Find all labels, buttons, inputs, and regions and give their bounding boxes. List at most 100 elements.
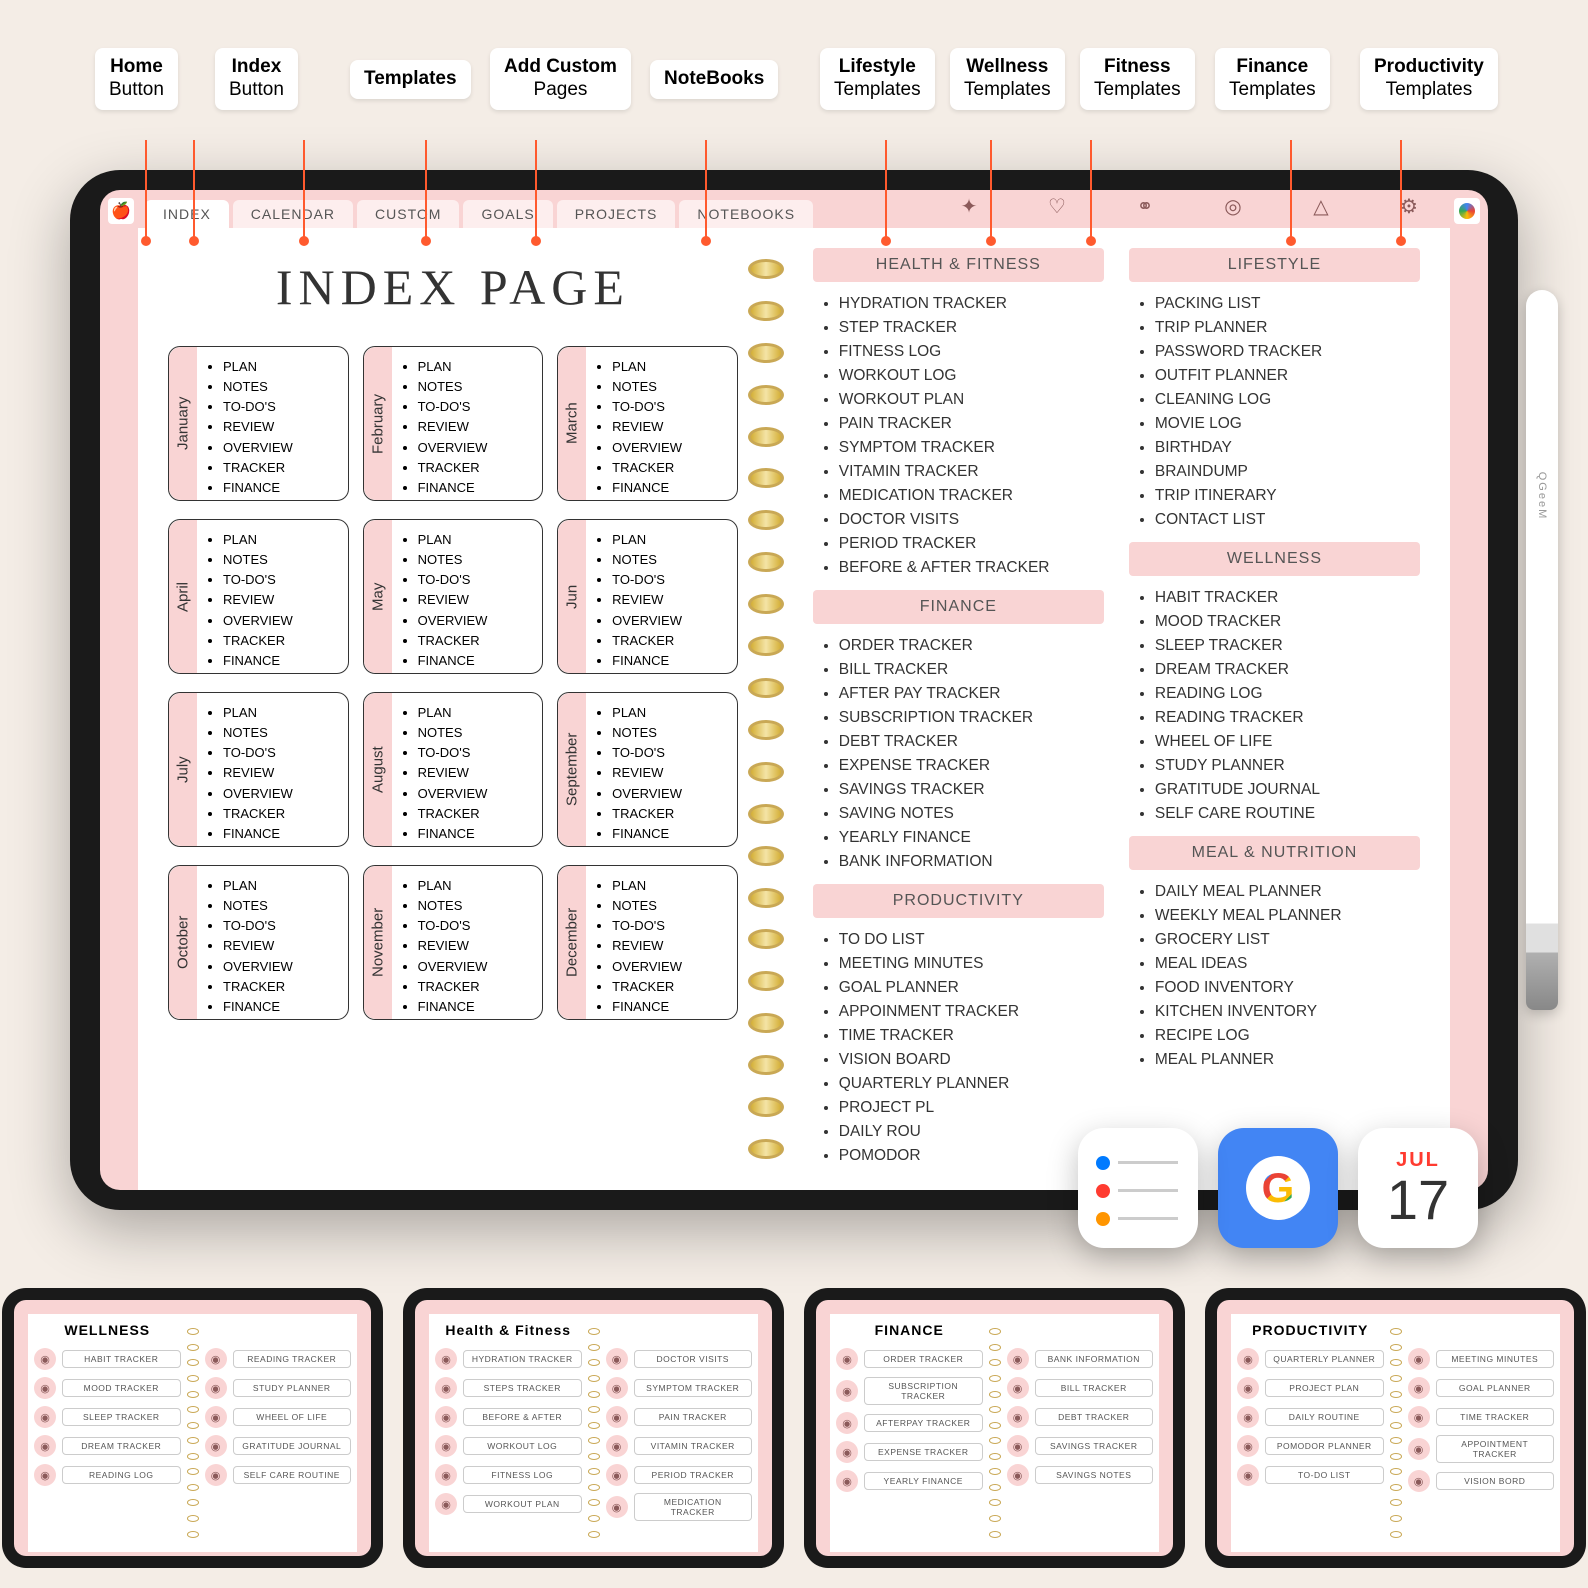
category-item[interactable]: DAILY MEAL PLANNER bbox=[1155, 880, 1420, 904]
category-item[interactable]: ORDER TRACKER bbox=[839, 634, 1104, 658]
category-item[interactable]: VITAMIN TRACKER bbox=[839, 460, 1104, 484]
category-item[interactable]: RECIPE LOG bbox=[1155, 1024, 1420, 1048]
category-item[interactable]: STUDY PLANNER bbox=[1155, 754, 1420, 778]
calendar-app-icon[interactable]: JUL 17 bbox=[1358, 1128, 1478, 1248]
category-item[interactable]: PACKING LIST bbox=[1155, 292, 1420, 316]
category-item[interactable]: BRAINDUMP bbox=[1155, 460, 1420, 484]
category-item[interactable]: SELF CARE ROUTINE bbox=[1155, 802, 1420, 826]
category-item[interactable]: MEAL PLANNER bbox=[1155, 1048, 1420, 1072]
category-item[interactable]: HYDRATION TRACKER bbox=[839, 292, 1104, 316]
category-item[interactable]: SAVING NOTES bbox=[839, 802, 1104, 826]
category-item[interactable]: CLEANING LOG bbox=[1155, 388, 1420, 412]
category-item[interactable]: MEETING MINUTES bbox=[839, 952, 1104, 976]
month-card[interactable]: AprilPLANNOTESTO-DO'SREVIEWOVERVIEWTRACK… bbox=[168, 519, 349, 674]
category-header: LIFESTYLE bbox=[1129, 248, 1420, 282]
template-icon-tab[interactable]: ◎ bbox=[1219, 192, 1247, 220]
month-card[interactable]: FebruaryPLANNOTESTO-DO'SREVIEWOVERVIEWTR… bbox=[363, 346, 544, 501]
month-card[interactable]: JunPLANNOTESTO-DO'SREVIEWOVERVIEWTRACKER… bbox=[557, 519, 738, 674]
thumbnail-preview[interactable]: PRODUCTIVITY◉QUARTERLY PLANNER◉PROJECT P… bbox=[1205, 1288, 1586, 1568]
category-item[interactable]: GROCERY LIST bbox=[1155, 928, 1420, 952]
category-item[interactable]: SLEEP TRACKER bbox=[1155, 634, 1420, 658]
tab-notebooks[interactable]: NOTEBOOKS bbox=[679, 200, 813, 228]
category-item[interactable]: OUTFIT PLANNER bbox=[1155, 364, 1420, 388]
callout-line bbox=[1290, 140, 1292, 240]
category-item[interactable]: YEARLY FINANCE bbox=[839, 826, 1104, 850]
thumbnail-preview[interactable]: FINANCE◉ORDER TRACKER◉SUBSCRIPTION TRACK… bbox=[804, 1288, 1185, 1568]
category-item[interactable]: SAVINGS TRACKER bbox=[839, 778, 1104, 802]
month-card[interactable]: DecemberPLANNOTESTO-DO'SREVIEWOVERVIEWTR… bbox=[557, 865, 738, 1020]
template-icon-tab[interactable]: ♡ bbox=[1043, 192, 1071, 220]
category-item[interactable]: WEEKLY MEAL PLANNER bbox=[1155, 904, 1420, 928]
category-item[interactable]: PROJECT PL bbox=[839, 1096, 1104, 1120]
category-item[interactable]: BIRTHDAY bbox=[1155, 436, 1420, 460]
month-card[interactable]: NovemberPLANNOTESTO-DO'SREVIEWOVERVIEWTR… bbox=[363, 865, 544, 1020]
month-card[interactable]: SeptemberPLANNOTESTO-DO'SREVIEWOVERVIEWT… bbox=[557, 692, 738, 847]
google-app-icon[interactable]: G bbox=[1218, 1128, 1338, 1248]
category-item[interactable]: EXPENSE TRACKER bbox=[839, 754, 1104, 778]
category-item[interactable]: BILL TRACKER bbox=[839, 658, 1104, 682]
category-item[interactable]: APPOINMENT TRACKER bbox=[839, 1000, 1104, 1024]
thumbnail-preview[interactable]: WELLNESS◉HABIT TRACKER◉MOOD TRACKER◉SLEE… bbox=[2, 1288, 383, 1568]
category-item[interactable]: TRIP ITINERARY bbox=[1155, 484, 1420, 508]
category-item[interactable]: MOVIE LOG bbox=[1155, 412, 1420, 436]
reminders-app-icon[interactable] bbox=[1078, 1128, 1198, 1248]
category-item[interactable]: PAIN TRACKER bbox=[839, 412, 1104, 436]
category-item[interactable]: BEFORE & AFTER TRACKER bbox=[839, 556, 1104, 580]
category-item[interactable]: TRIP PLANNER bbox=[1155, 316, 1420, 340]
category-item[interactable]: GRATITUDE JOURNAL bbox=[1155, 778, 1420, 802]
category-item[interactable]: AFTER PAY TRACKER bbox=[839, 682, 1104, 706]
category-item[interactable]: SUBSCRIPTION TRACKER bbox=[839, 706, 1104, 730]
category-header: MEAL & NUTRITION bbox=[1129, 836, 1420, 870]
category-item[interactable]: WORKOUT PLAN bbox=[839, 388, 1104, 412]
app-icons: G JUL 17 bbox=[1078, 1128, 1478, 1248]
tab-goals[interactable]: GOALS bbox=[463, 200, 552, 228]
category-item[interactable]: READING TRACKER bbox=[1155, 706, 1420, 730]
callout-label: IndexButton bbox=[215, 48, 298, 110]
category-item[interactable]: KITCHEN INVENTORY bbox=[1155, 1000, 1420, 1024]
month-card[interactable]: OctoberPLANNOTESTO-DO'SREVIEWOVERVIEWTRA… bbox=[168, 865, 349, 1020]
template-icon-tab[interactable]: ✦ bbox=[955, 192, 983, 220]
category-item[interactable]: PASSWORD TRACKER bbox=[1155, 340, 1420, 364]
template-icon-tab[interactable]: ⚭ bbox=[1131, 192, 1159, 220]
category-item[interactable]: QUARTERLY PLANNER bbox=[839, 1072, 1104, 1096]
category-item[interactable]: BANK INFORMATION bbox=[839, 850, 1104, 874]
category-item[interactable]: VISION BOARD bbox=[839, 1048, 1104, 1072]
right-page: HEALTH & FITNESSHYDRATION TRACKERSTEP TR… bbox=[768, 228, 1450, 1190]
tab-index[interactable]: INDEX bbox=[145, 200, 229, 228]
category-item[interactable]: POMODOR bbox=[839, 1144, 1104, 1168]
tab-projects[interactable]: PROJECTS bbox=[557, 200, 676, 228]
category-item[interactable]: DAILY ROU bbox=[839, 1120, 1104, 1144]
category-item[interactable]: FITNESS LOG bbox=[839, 340, 1104, 364]
category-item[interactable]: HABIT TRACKER bbox=[1155, 586, 1420, 610]
category-list: HYDRATION TRACKERSTEP TRACKERFITNESS LOG… bbox=[813, 292, 1104, 580]
category-item[interactable]: DEBT TRACKER bbox=[839, 730, 1104, 754]
category-item[interactable]: FOOD INVENTORY bbox=[1155, 976, 1420, 1000]
category-item[interactable]: CONTACT LIST bbox=[1155, 508, 1420, 532]
category-item[interactable]: MOOD TRACKER bbox=[1155, 610, 1420, 634]
category-item[interactable]: MEDICATION TRACKER bbox=[839, 484, 1104, 508]
category-item[interactable]: TIME TRACKER bbox=[839, 1024, 1104, 1048]
month-card[interactable]: JulyPLANNOTESTO-DO'SREVIEWOVERVIEWTRACKE… bbox=[168, 692, 349, 847]
category-list: HABIT TRACKERMOOD TRACKERSLEEP TRACKERDR… bbox=[1129, 586, 1420, 826]
month-card[interactable]: JanuaryPLANNOTESTO-DO'SREVIEWOVERVIEWTRA… bbox=[168, 346, 349, 501]
tab-calendar[interactable]: CALENDAR bbox=[233, 200, 353, 228]
category-list: PACKING LISTTRIP PLANNERPASSWORD TRACKER… bbox=[1129, 292, 1420, 532]
category-item[interactable]: GOAL PLANNER bbox=[839, 976, 1104, 1000]
category-item[interactable]: WHEEL OF LIFE bbox=[1155, 730, 1420, 754]
category-item[interactable]: WORKOUT LOG bbox=[839, 364, 1104, 388]
category-item[interactable]: STEP TRACKER bbox=[839, 316, 1104, 340]
thumbnail-preview[interactable]: Health & Fitness◉HYDRATION TRACKER◉STEPS… bbox=[403, 1288, 784, 1568]
category-item[interactable]: DREAM TRACKER bbox=[1155, 658, 1420, 682]
template-icon-tab[interactable]: △ bbox=[1307, 192, 1335, 220]
month-card[interactable]: MayPLANNOTESTO-DO'SREVIEWOVERVIEWTRACKER… bbox=[363, 519, 544, 674]
category-item[interactable]: SYMPTOM TRACKER bbox=[839, 436, 1104, 460]
category-item[interactable]: TO DO LIST bbox=[839, 928, 1104, 952]
tab-custom[interactable]: CUSTOM bbox=[357, 200, 459, 228]
category-item[interactable]: READING LOG bbox=[1155, 682, 1420, 706]
category-item[interactable]: PERIOD TRACKER bbox=[839, 532, 1104, 556]
category-item[interactable]: DOCTOR VISITS bbox=[839, 508, 1104, 532]
month-card[interactable]: MarchPLANNOTESTO-DO'SREVIEWOVERVIEWTRACK… bbox=[557, 346, 738, 501]
notebook-content: INDEX PAGE JanuaryPLANNOTESTO-DO'SREVIEW… bbox=[138, 228, 1450, 1190]
category-item[interactable]: MEAL IDEAS bbox=[1155, 952, 1420, 976]
month-card[interactable]: AugustPLANNOTESTO-DO'SREVIEWOVERVIEWTRAC… bbox=[363, 692, 544, 847]
